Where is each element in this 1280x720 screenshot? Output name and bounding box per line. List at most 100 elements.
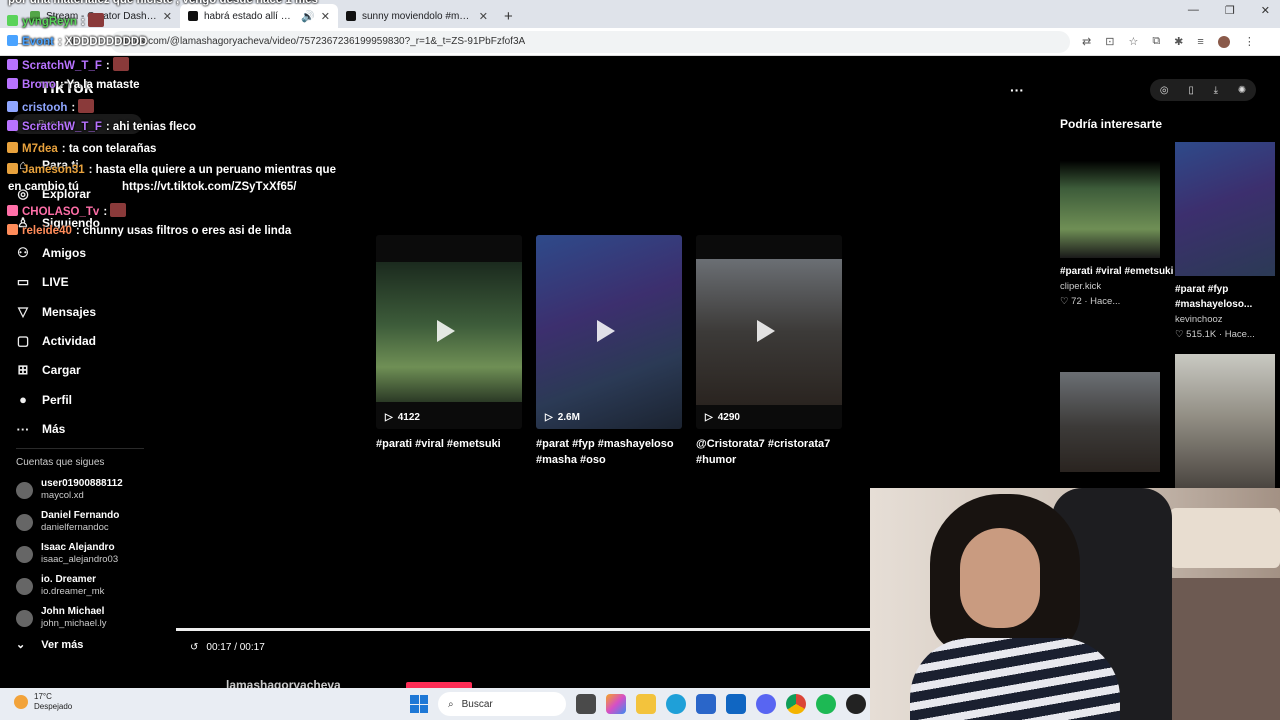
video-card[interactable]: ▷ 4290 @Cristorata7 #cristorata7 #humor bbox=[696, 235, 842, 468]
following-text: Isaac Alejandro isaac_alejandro03 bbox=[41, 542, 118, 566]
recommended-item[interactable]: #parat #fyp #mashayeloso... kevinchooz ♡… bbox=[1175, 142, 1280, 340]
following-list: user01900888112 maycol.xd Daniel Fernando d… bbox=[16, 474, 123, 634]
recommended-item[interactable] bbox=[1175, 354, 1275, 488]
video-card[interactable]: ▷ 2.6M #parat #fyp #mashayeloso #masha #o… bbox=[536, 235, 682, 468]
video-caption[interactable]: #parat #fyp #mashayeloso #masha #oso bbox=[536, 436, 682, 468]
extension-icon[interactable]: ⧉ bbox=[1152, 35, 1160, 48]
player-side-controls: ◎ ▯ ⤓ ✺ bbox=[1150, 79, 1256, 101]
recommended-caption[interactable]: #parati #viral #emetsuki bbox=[1060, 264, 1173, 279]
profile-avatar[interactable] bbox=[1217, 35, 1230, 48]
recommended-author[interactable]: cliper.kick bbox=[1060, 281, 1173, 292]
following-item[interactable]: John Michael john_michael.ly bbox=[16, 602, 123, 634]
taskbar-search[interactable]: ⌕ Buscar bbox=[438, 692, 566, 716]
chat-text: : hasta ella quiere a un peruano mientra… bbox=[88, 164, 336, 176]
task-view-icon[interactable] bbox=[576, 694, 596, 714]
recommended-thumbnail[interactable] bbox=[1060, 372, 1160, 472]
sidebar-item-cargar[interactable]: ⊞ Cargar bbox=[16, 356, 166, 385]
sidebar-item-perfil[interactable]: ● Perfil bbox=[16, 385, 166, 414]
media-icon[interactable]: ≡ bbox=[1197, 36, 1203, 48]
account-name: user01900888112 bbox=[41, 478, 123, 489]
recommended-thumbnail[interactable] bbox=[1175, 354, 1275, 488]
recommended-item[interactable]: #parati #viral #emetsuki cliper.kick ♡ 7… bbox=[1060, 142, 1173, 307]
bookmark-star-icon[interactable]: ☆ bbox=[1128, 35, 1138, 48]
tab-tiktok-video[interactable]: habrá estado allí mi futuro 🔊 ✕ bbox=[180, 4, 338, 28]
close-window-icon[interactable]: ✕ bbox=[1261, 4, 1270, 17]
url-text: tiktok.com/@lamashagoryacheva/video/7572… bbox=[122, 36, 526, 47]
translate-icon[interactable]: ⇄ bbox=[1082, 35, 1091, 48]
following-item[interactable]: Isaac Alejandro isaac_alejandro03 bbox=[16, 538, 123, 570]
sidebar-item-mensajes[interactable]: ▽ Mensajes bbox=[16, 297, 166, 326]
following-text: user01900888112 maycol.xd bbox=[41, 478, 123, 502]
see-more-button[interactable]: ⌄ Ver más bbox=[16, 638, 83, 652]
weather-widget[interactable]: 17°C Despejado bbox=[14, 692, 72, 712]
file-explorer-icon[interactable] bbox=[636, 694, 656, 714]
outlook-icon[interactable] bbox=[726, 694, 746, 714]
following-item[interactable]: io. Dreamer io.dreamer_mk bbox=[16, 570, 123, 602]
audio-icon[interactable]: 🔊 bbox=[301, 10, 315, 23]
video-thumbnail[interactable]: ▷ 4122 bbox=[376, 235, 522, 429]
new-tab-button[interactable]: + bbox=[504, 4, 513, 28]
more-options-icon[interactable]: ··· bbox=[1010, 82, 1024, 98]
chrome-icon[interactable] bbox=[786, 694, 806, 714]
sidebar-item-label: Actividad bbox=[42, 334, 97, 349]
puzzle-icon[interactable]: ✱ bbox=[1174, 35, 1183, 48]
spotify-icon[interactable] bbox=[816, 694, 836, 714]
omnibox[interactable]: tiktok.com/@lamashagoryacheva/video/7572… bbox=[110, 30, 1070, 53]
sidebar-item-live[interactable]: ▭ LIVE bbox=[16, 268, 166, 297]
following-title: Cuentas que sigues bbox=[16, 457, 105, 468]
copilot-icon[interactable] bbox=[606, 694, 626, 714]
chat-badge-icon bbox=[7, 35, 18, 46]
account-name: Daniel Fernando bbox=[41, 510, 120, 521]
recommended-thumbnail[interactable] bbox=[1060, 142, 1160, 258]
install-icon[interactable]: ⊡ bbox=[1105, 35, 1114, 48]
sidebar-item-amigos[interactable]: ⚇ Amigos bbox=[16, 238, 166, 267]
tiktok-favicon-icon bbox=[346, 11, 356, 21]
chat-message: Brono: Ya la mataste bbox=[4, 78, 140, 91]
discord-icon[interactable] bbox=[756, 694, 776, 714]
window-controls: — ❐ ✕ bbox=[1188, 4, 1270, 17]
taskbar-search-label: Buscar bbox=[461, 698, 493, 710]
share-icon[interactable]: ✺ bbox=[1238, 85, 1246, 96]
download-icon[interactable]: ⤓ bbox=[1214, 85, 1218, 96]
store-icon[interactable] bbox=[696, 694, 716, 714]
sidebar-item-label: Más bbox=[42, 422, 66, 437]
edge-icon[interactable] bbox=[666, 694, 686, 714]
following-item[interactable]: Daniel Fernando danielfernandoc bbox=[16, 506, 123, 538]
obs-icon[interactable] bbox=[846, 694, 866, 714]
sidebar-item-label: Perfil bbox=[42, 392, 73, 407]
play-icon bbox=[597, 320, 615, 342]
chat-text: : chunny usas filtros o eres asi de lind… bbox=[75, 225, 292, 237]
recommended-author[interactable]: kevinchooz bbox=[1175, 314, 1280, 325]
recommended-item[interactable] bbox=[1060, 372, 1160, 472]
sidebar-item-label: Amigos bbox=[42, 245, 87, 260]
video-card[interactable]: ▷ 4122 #parati #viral #emetsuki bbox=[376, 235, 522, 468]
video-caption[interactable]: #parati #viral #emetsuki bbox=[376, 436, 522, 452]
play-small-icon: ▷ bbox=[705, 412, 713, 423]
streamer-face bbox=[960, 528, 1040, 628]
video-caption[interactable]: @Cristorata7 #cristorata7 #humor bbox=[696, 436, 842, 468]
play-icon bbox=[437, 320, 455, 342]
windows-start-icon[interactable] bbox=[410, 695, 428, 713]
float-icon[interactable]: ◎ bbox=[1160, 85, 1169, 96]
video-progress-bar[interactable] bbox=[176, 628, 870, 631]
replay-icon[interactable]: ↺ bbox=[190, 642, 198, 653]
sidebar-item-label: Mensajes bbox=[42, 304, 97, 319]
menu-icon[interactable]: ⋮ bbox=[1244, 35, 1255, 48]
video-grid: ▷ 4122 #parati #viral #emetsuki ▷ 2.6M #pa… bbox=[376, 235, 842, 468]
close-tab-icon[interactable]: ✕ bbox=[321, 10, 330, 23]
phone-icon[interactable]: ▯ bbox=[1188, 85, 1194, 96]
following-item[interactable]: user01900888112 maycol.xd bbox=[16, 474, 123, 506]
recommended-caption[interactable]: #parat #fyp #mashayeloso... bbox=[1175, 282, 1280, 312]
close-tab-icon[interactable]: ✕ bbox=[163, 10, 172, 23]
sidebar-item-m-s[interactable]: ··· Más bbox=[16, 415, 166, 444]
time-display: ↺ 00:17 / 00:17 bbox=[190, 642, 265, 653]
video-thumbnail[interactable]: ▷ 4290 bbox=[696, 235, 842, 429]
webcam-feed bbox=[870, 488, 1280, 720]
tab-sunny[interactable]: sunny moviendolo #mony1sg ✕ bbox=[338, 4, 496, 28]
video-thumbnail[interactable]: ▷ 2.6M bbox=[536, 235, 682, 429]
recommended-thumbnail[interactable] bbox=[1175, 142, 1275, 276]
maximize-icon[interactable]: ❐ bbox=[1225, 4, 1235, 17]
close-tab-icon[interactable]: ✕ bbox=[479, 10, 488, 23]
minimize-icon[interactable]: — bbox=[1188, 4, 1199, 17]
sidebar-item-actividad[interactable]: ▢ Actividad bbox=[16, 326, 166, 355]
